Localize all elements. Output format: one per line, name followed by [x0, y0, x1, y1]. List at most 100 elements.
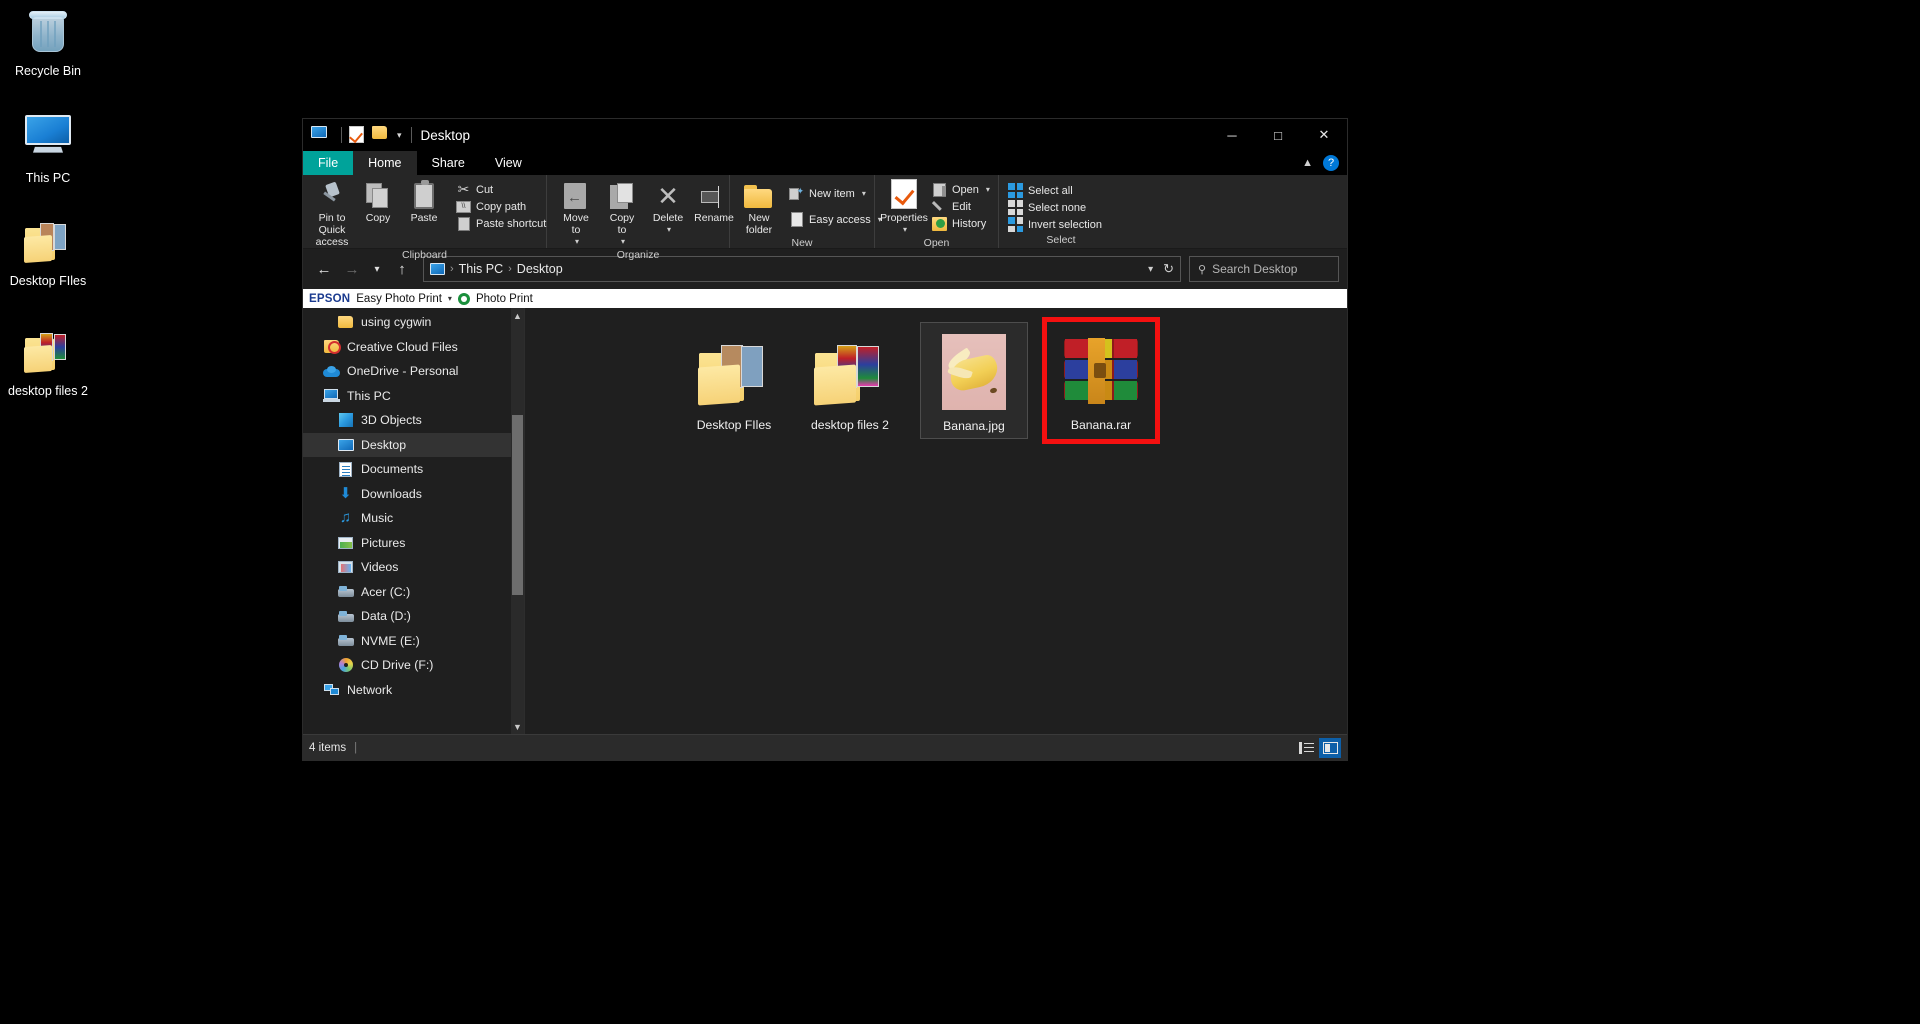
breadcrumb-this-pc[interactable]: This PC [459, 262, 503, 276]
sidebar-item-creative-cloud-files[interactable]: Creative Cloud Files [303, 335, 524, 360]
chevron-down-icon[interactable]: ▾ [986, 185, 990, 194]
file-list-view[interactable]: Desktop FIles desktop files 2 [525, 308, 1347, 734]
sidebar-item-label: Videos [361, 560, 398, 574]
chevron-down-icon[interactable]: ▾ [862, 189, 866, 198]
large-icons-view-button[interactable] [1319, 738, 1341, 758]
invert-selection-button[interactable]: Invert selection [1005, 216, 1105, 233]
chevron-down-icon[interactable]: ▾ [575, 236, 579, 248]
minimize-button[interactable]: ─ [1209, 119, 1255, 151]
sidebar-item-cd-drive-f[interactable]: CD Drive (F:) [303, 653, 524, 678]
sidebar-item-acer-c[interactable]: Acer (C:) [303, 580, 524, 605]
close-button[interactable]: ✕ [1301, 119, 1347, 151]
quick-access-properties-icon[interactable] [349, 126, 367, 144]
file-explorer-window: ▾ Desktop ─ □ ✕ File Home Share View ▲ ?… [302, 118, 1348, 761]
sidebar-item-data-d[interactable]: Data (D:) [303, 604, 524, 629]
details-view-button[interactable] [1295, 738, 1317, 758]
chevron-down-icon[interactable]: ▾ [448, 294, 452, 303]
status-separator: | [354, 742, 357, 754]
epson-product-label: Easy Photo Print [356, 293, 442, 305]
button-label: Copy path [476, 201, 526, 213]
scroll-down-arrow-icon[interactable]: ▼ [511, 719, 524, 734]
select-none-button[interactable]: Select none [1005, 199, 1105, 216]
breadcrumb-desktop[interactable]: Desktop [517, 262, 563, 276]
select-all-button[interactable]: Select all [1005, 182, 1105, 199]
file-item-desktop-files-2[interactable]: desktop files 2 [796, 322, 904, 439]
copy-path-button[interactable]: \\ Copy path [453, 198, 549, 215]
refresh-icon[interactable]: ↻ [1163, 261, 1174, 277]
new-item-button[interactable]: ✦ New item ▾ [786, 185, 885, 202]
folder-photos-icon [24, 218, 72, 266]
edit-button[interactable]: Edit [929, 198, 993, 215]
paste-button[interactable]: Paste [401, 179, 447, 224]
sidebar-item-videos[interactable]: Videos [303, 555, 524, 580]
rename-icon [701, 179, 727, 209]
navigation-pane-scrollbar[interactable]: ▲ ▼ [511, 308, 524, 734]
cut-button[interactable]: ✂ Cut [453, 181, 549, 198]
help-button[interactable]: ? [1323, 155, 1339, 171]
pin-to-quick-access-button[interactable]: Pin to Quick access [309, 179, 355, 248]
maximize-button[interactable]: □ [1255, 119, 1301, 151]
chevron-down-icon[interactable]: ▾ [903, 224, 907, 236]
sidebar-item-network[interactable]: Network [303, 678, 524, 703]
scroll-up-arrow-icon[interactable]: ▲ [511, 308, 524, 323]
cd-drive-icon [337, 657, 354, 673]
ribbon-group-label: New [730, 236, 874, 250]
sidebar-item-nvme-e[interactable]: NVME (E:) [303, 629, 524, 654]
photo-print-button[interactable]: Photo Print [476, 293, 533, 305]
sidebar-item-downloads[interactable]: ⬇ Downloads [303, 482, 524, 507]
sidebar-item-label: Data (D:) [361, 609, 411, 623]
desktop-icon-this-pc[interactable]: This PC [0, 115, 96, 186]
window-title: Desktop [421, 128, 471, 143]
desktop-icon-desktop-files-2[interactable]: desktop files 2 [0, 328, 96, 399]
sidebar-item-3d-objects[interactable]: 3D Objects [303, 408, 524, 433]
sidebar-item-onedrive-personal[interactable]: OneDrive - Personal [303, 359, 524, 384]
ribbon-group-clipboard: Pin to Quick access Copy Paste ✂ Cut [303, 175, 547, 248]
music-icon: ♫ [337, 510, 354, 526]
properties-icon [891, 179, 917, 209]
desktop-icon-label: Recycle Bin [15, 64, 81, 79]
sidebar-item-label: Acer (C:) [361, 585, 410, 599]
delete-button[interactable]: ✕ Delete ▾ [645, 179, 691, 236]
paste-clipboard-icon [414, 179, 434, 209]
search-box[interactable]: ⚲ [1189, 256, 1339, 282]
file-item-banana-jpg[interactable]: Banana.jpg [920, 322, 1028, 439]
file-name-label: Desktop FIles [697, 418, 772, 433]
sidebar-item-pictures[interactable]: Pictures [303, 531, 524, 556]
scrollbar-thumb[interactable] [512, 415, 523, 595]
chevron-down-icon[interactable]: ▾ [621, 236, 625, 248]
chevron-down-icon[interactable]: ▾ [667, 224, 671, 236]
copy-to-button[interactable]: Copy to ▾ [599, 179, 645, 248]
easy-access-button[interactable]: Easy access ▾ [786, 211, 885, 228]
copy-button[interactable]: Copy [355, 179, 401, 224]
tab-view[interactable]: View [480, 151, 537, 175]
item-count-label: 4 items [309, 742, 346, 754]
move-to-button[interactable]: ← Move to ▾ [553, 179, 599, 248]
desktop-icon-desktop-files[interactable]: Desktop FIles [0, 218, 96, 289]
quick-access-new-folder-icon[interactable] [372, 126, 390, 144]
tab-file[interactable]: File [303, 151, 353, 175]
button-label: History [952, 218, 986, 230]
3d-objects-icon [337, 412, 354, 428]
address-dropdown-icon[interactable]: ▾ [1148, 264, 1153, 275]
new-folder-button[interactable]: New folder [736, 179, 782, 236]
tab-home[interactable]: Home [353, 151, 416, 175]
sidebar-item-using-cygwin[interactable]: using cygwin [303, 310, 524, 335]
open-button[interactable]: Open ▾ [929, 181, 993, 198]
desktop-icon-recycle-bin[interactable]: Recycle Bin [0, 8, 96, 79]
chevron-down-icon[interactable]: ▾ [397, 130, 402, 141]
sidebar-item-music[interactable]: ♫ Music [303, 506, 524, 531]
properties-button[interactable]: Properties ▾ [881, 179, 927, 236]
button-label: Invert selection [1028, 219, 1102, 231]
chevron-up-icon[interactable]: ▲ [1292, 157, 1323, 169]
sidebar-item-this-pc[interactable]: This PC [303, 384, 524, 409]
search-input[interactable] [1212, 262, 1330, 276]
paste-shortcut-button[interactable]: Paste shortcut [453, 215, 549, 232]
file-item-banana-rar[interactable]: Banana.rar [1047, 322, 1155, 439]
sidebar-item-documents[interactable]: Documents [303, 457, 524, 482]
sidebar-item-desktop[interactable]: Desktop [303, 433, 524, 458]
history-button[interactable]: History [929, 215, 993, 232]
tab-share[interactable]: Share [417, 151, 480, 175]
file-item-desktop-files[interactable]: Desktop FIles [680, 322, 788, 439]
title-bar[interactable]: ▾ Desktop ─ □ ✕ [303, 119, 1347, 151]
scrollbar-track[interactable] [511, 323, 524, 719]
